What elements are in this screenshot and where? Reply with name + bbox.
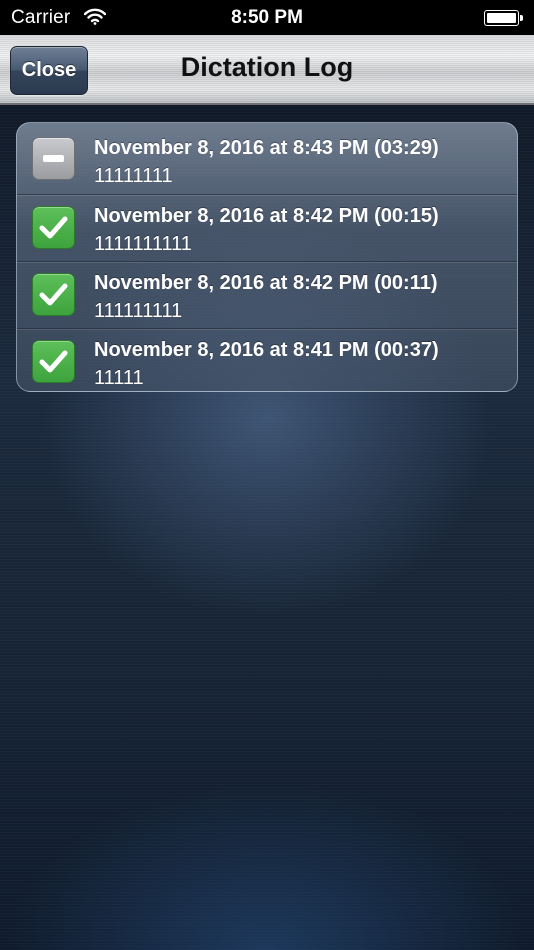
battery-icon — [484, 10, 523, 26]
checkmark-icon[interactable] — [32, 206, 75, 249]
log-entry[interactable]: November 8, 2016 at 8:42 PM (00:11) 1111… — [17, 262, 517, 329]
navigation-bar: Close Dictation Log — [0, 35, 534, 105]
status-bar: Carrier 8:50 PM — [0, 0, 534, 35]
checkmark-icon[interactable] — [32, 273, 75, 316]
page-title: Dictation Log — [180, 52, 354, 82]
log-entry-text: 11111 — [94, 367, 144, 389]
minus-icon[interactable] — [32, 137, 75, 180]
log-entry-title: November 8, 2016 at 8:43 PM (03:29) — [94, 137, 439, 159]
log-entry-text: 11111111 — [94, 165, 173, 187]
log-entry-title: November 8, 2016 at 8:41 PM (00:37) — [94, 339, 439, 361]
log-entry-title: November 8, 2016 at 8:42 PM (00:11) — [94, 272, 438, 294]
dictation-log-list: November 8, 2016 at 8:43 PM (03:29) 1111… — [16, 122, 518, 392]
log-entry[interactable]: November 8, 2016 at 8:43 PM (03:29) 1111… — [17, 123, 517, 195]
checkmark-icon[interactable] — [32, 340, 75, 383]
log-entry[interactable]: November 8, 2016 at 8:42 PM (00:15) 1111… — [17, 195, 517, 262]
status-time: 8:50 PM — [231, 7, 303, 28]
log-entry-text: 1111111111 — [94, 233, 192, 255]
log-entry[interactable]: November 8, 2016 at 8:41 PM (00:37) 1111… — [17, 329, 517, 391]
log-entry-text: 111111111 — [94, 300, 183, 322]
log-entry-title: November 8, 2016 at 8:42 PM (00:15) — [94, 205, 439, 227]
